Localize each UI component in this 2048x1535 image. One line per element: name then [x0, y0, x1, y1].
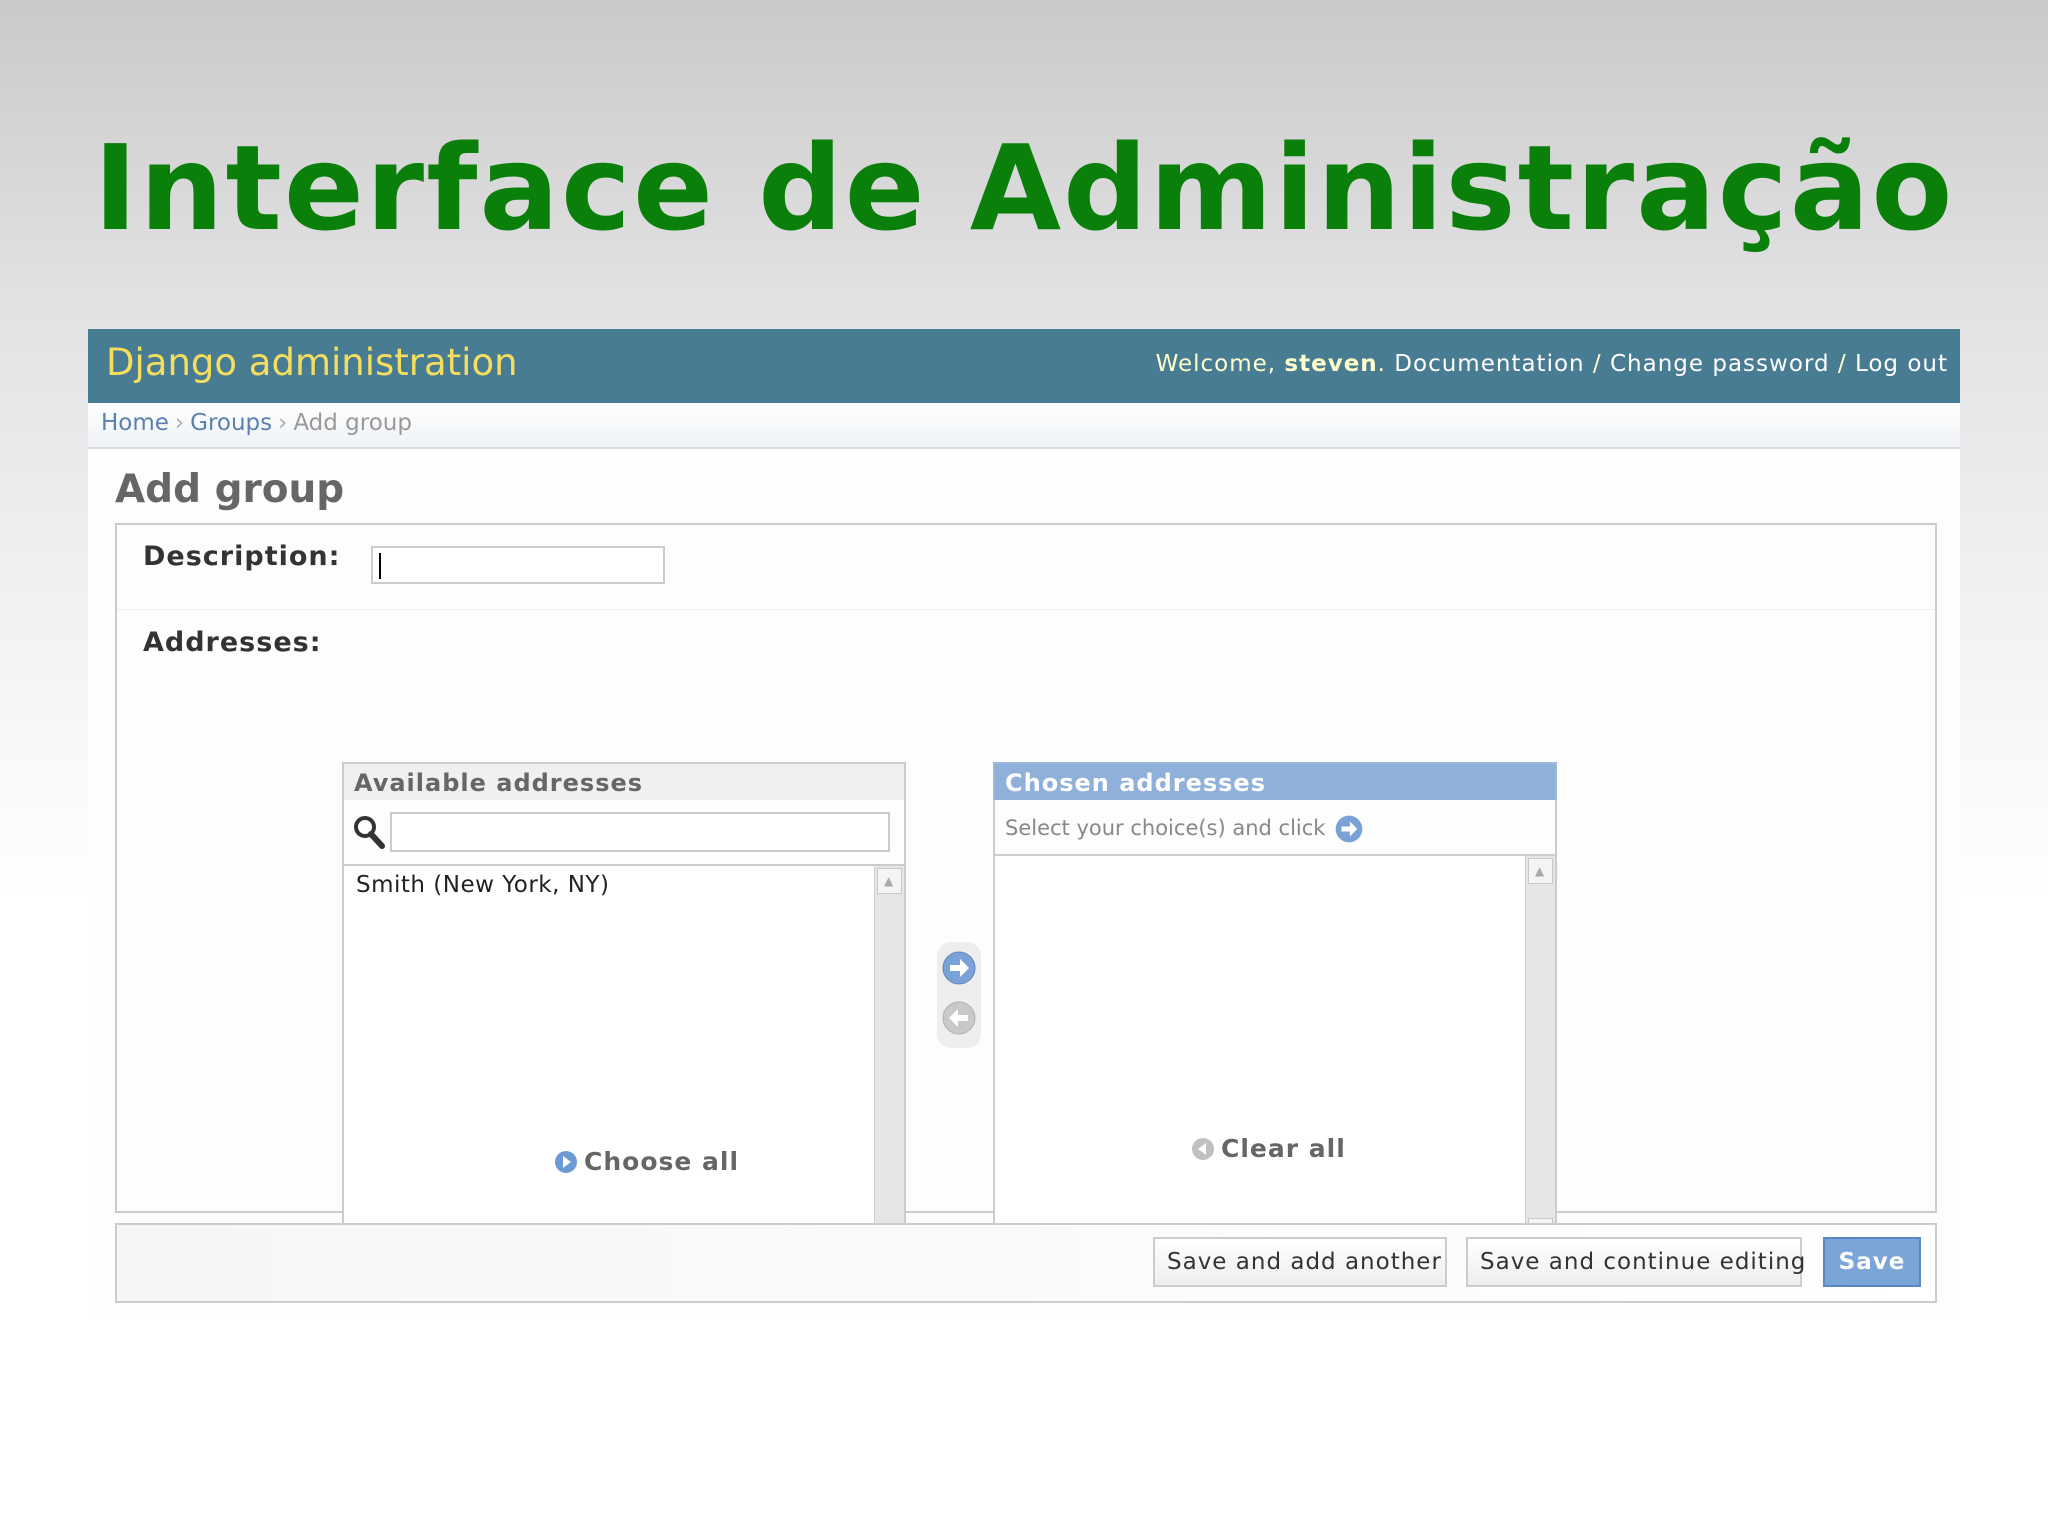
separator: /	[1584, 351, 1610, 377]
selector-chooser	[937, 942, 981, 1048]
username: steven	[1284, 351, 1378, 377]
remove-arrow-icon[interactable]	[941, 1000, 977, 1036]
welcome-prefix: Welcome,	[1155, 351, 1285, 377]
chosen-addresses-list[interactable]: ▲ ▼	[993, 854, 1557, 1248]
submit-row: Save and add another Save and continue e…	[115, 1223, 1937, 1303]
scrollbar[interactable]: ▲ ▼	[874, 866, 904, 1258]
search-icon	[354, 816, 385, 849]
available-filter	[342, 800, 906, 864]
site-branding[interactable]: Django administration	[106, 341, 518, 384]
available-addresses-list[interactable]: Smith (New York, NY) ▲ ▼	[342, 864, 906, 1260]
save-button[interactable]: Save	[1823, 1237, 1921, 1287]
description-label: Description:	[143, 541, 341, 572]
filter-input[interactable]	[390, 812, 890, 852]
clear-all-link[interactable]: Clear all	[1191, 1134, 1346, 1163]
clear-all-label: Clear all	[1221, 1134, 1346, 1163]
arrow-right-circle-icon	[1335, 815, 1363, 843]
welcome-suffix: .	[1377, 351, 1395, 377]
scroll-up-button[interactable]: ▲	[877, 868, 902, 894]
arrow-right-circle-icon	[555, 1151, 577, 1173]
breadcrumb-current: Add group	[293, 410, 412, 436]
arrow-left-circle-icon	[1192, 1138, 1214, 1160]
save-and-add-another-button[interactable]: Save and add another	[1153, 1237, 1447, 1287]
user-tools: Welcome, steven. Documentation / Change …	[1156, 351, 1948, 377]
log-out-link[interactable]: Log out	[1855, 351, 1948, 377]
django-admin-window: Django administration Welcome, steven. D…	[88, 329, 1960, 1313]
chosen-addresses-title: Chosen addresses	[993, 762, 1557, 802]
breadcrumb-home[interactable]: Home	[101, 410, 169, 436]
triangle-up-icon: ▲	[1535, 864, 1545, 878]
breadcrumb-separator: ›	[278, 410, 288, 436]
separator: /	[1829, 351, 1855, 377]
admin-header: Django administration Welcome, steven. D…	[88, 329, 1960, 403]
row-divider	[117, 609, 1935, 610]
chosen-help-label: Select your choice(s) and click	[1005, 816, 1326, 840]
slide-title: Interface de Administração	[93, 119, 1955, 257]
add-arrow-icon[interactable]	[941, 950, 977, 986]
documentation-link[interactable]: Documentation	[1394, 351, 1584, 377]
addresses-label: Addresses:	[143, 627, 322, 658]
breadcrumb-groups[interactable]: Groups	[190, 410, 272, 436]
description-field[interactable]	[371, 546, 665, 584]
breadcrumb-separator: ›	[174, 410, 185, 436]
list-item[interactable]: Smith (New York, NY)	[356, 872, 609, 898]
change-password-link[interactable]: Change password	[1610, 351, 1830, 377]
choose-all-label: Choose all	[584, 1147, 740, 1176]
breadcrumb: Home › Groups › Add group	[88, 403, 1960, 449]
chosen-help-text: Select your choice(s) and click	[993, 800, 1557, 854]
save-and-continue-button[interactable]: Save and continue editing	[1466, 1237, 1805, 1287]
page-title: Add group	[115, 467, 345, 512]
available-addresses-title: Available addresses	[342, 762, 906, 802]
triangle-up-icon: ▲	[884, 874, 894, 888]
scroll-up-button[interactable]: ▲	[1528, 858, 1553, 884]
text-caret	[379, 553, 381, 579]
choose-all-link[interactable]: Choose all	[554, 1147, 739, 1176]
scrollbar[interactable]: ▲ ▼	[1525, 856, 1555, 1246]
